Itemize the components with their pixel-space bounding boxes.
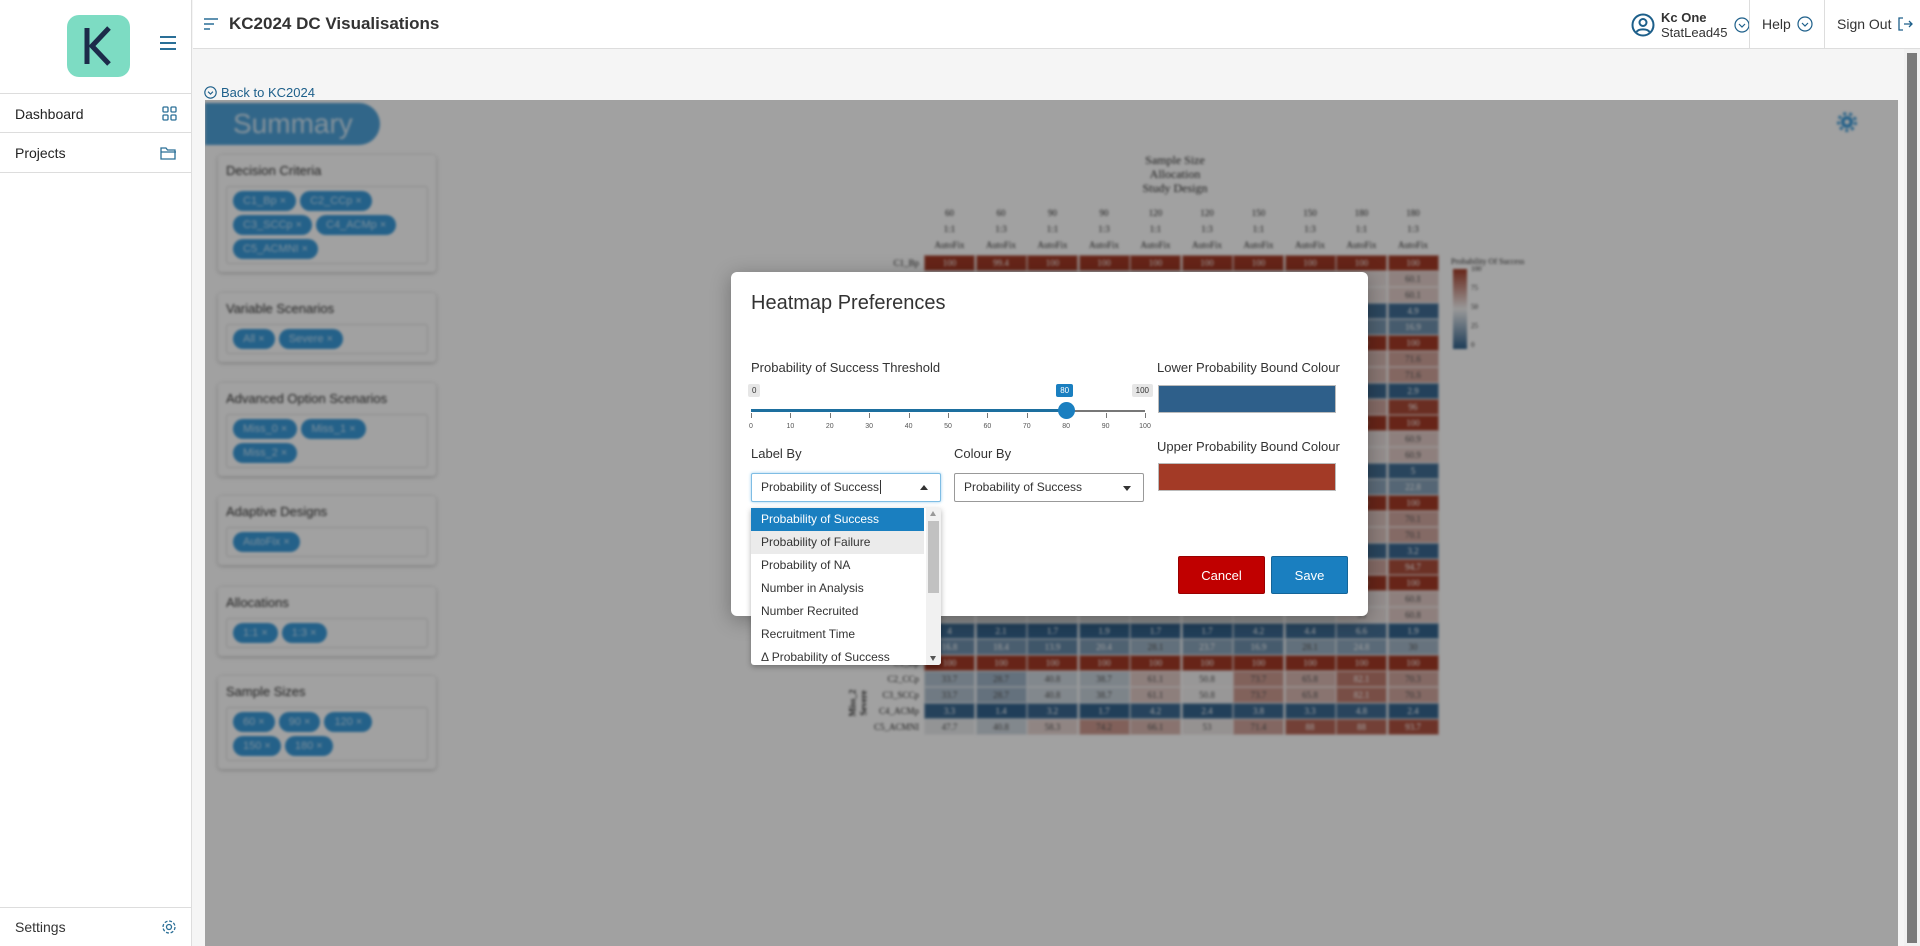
slider-tick [790,413,792,418]
logo [67,15,130,77]
sidebar-item-label: Dashboard [15,105,84,122]
dropdown-option[interactable]: Probability of Success [751,508,924,531]
slider-tick-label: 90 [1101,423,1110,430]
threshold-slider[interactable]: 0 100 80 0 10 20 30 40 50 60 70 80 90 100 [748,384,1153,430]
sidebar-item-dashboard[interactable]: Dashboard [0,93,192,133]
sidebar-item-label: Projects [15,144,66,161]
threshold-label: Probability of Success Threshold [751,360,941,375]
app-title: KC2024 DC Visualisations [229,14,440,33]
gear-icon [162,920,176,934]
user-role: StatLead45 [1661,25,1728,40]
slider-tick-label: 20 [825,423,834,430]
slider-tick-label: 10 [786,423,795,430]
settings-label: Settings [15,919,66,935]
slider-tick-label: 30 [865,423,874,430]
slider-tick [1105,413,1107,418]
label-by-value: Probability of Success [761,480,880,494]
dropdown-option[interactable]: Δ Probability of Success [751,646,924,665]
caret-up-icon [920,485,928,490]
scroll-down-icon[interactable] [930,656,936,661]
sidebar-item-settings[interactable]: Settings [0,907,192,946]
slider-tick-label: 80 [1062,423,1071,430]
dropdown-option[interactable]: Probability of Failure [751,531,924,554]
slider-tick-label: 70 [1022,423,1031,430]
lower-colour-label: Lower Probability Bound Colour [1157,360,1340,375]
slider-tick [869,413,871,418]
colour-by-label: Colour By [954,446,1012,461]
sign-out-label: Sign Out [1837,16,1892,32]
lower-colour-swatch[interactable] [1158,385,1336,413]
slider-value-label: 80 [1056,384,1074,397]
user-name: Kc One [1661,10,1707,25]
help-button[interactable]: Help [1762,16,1813,32]
upper-colour-label: Upper Probability Bound Colour [1157,439,1340,454]
slider-tick-label: 50 [944,423,952,430]
page-scrollbar[interactable] [1904,49,1920,946]
sign-out-icon [1898,17,1914,31]
slider-tick [987,413,989,418]
colour-by-select[interactable]: Probability of Success [954,473,1144,502]
cancel-button[interactable]: Cancel [1178,556,1265,594]
label-by-select[interactable]: Probability of Success [751,473,941,502]
slider-tick [908,413,910,418]
slider-max-label: 100 [1131,384,1153,397]
chevron-down-icon[interactable] [1733,17,1750,33]
dropdown-option[interactable]: Number Recruited [751,600,924,623]
dropdown-option[interactable]: Recruitment Time [751,623,924,646]
user-avatar-icon [1631,13,1655,37]
label-by-dropdown: Probability of Success Probability of Fai… [751,508,941,665]
label-by-label: Label By [751,446,802,461]
chevron-circle-icon [204,86,217,99]
slider-fill [751,409,1067,412]
dropdown-scrollbar[interactable] [926,508,941,665]
menu-lines-icon[interactable] [203,18,219,30]
top-header: KC2024 DC Visualisations Kc One StatLead4… [193,0,1920,49]
slider-tick-label: 40 [904,423,913,430]
slider-tick [1145,413,1146,418]
slider-tick-label: 60 [983,423,992,430]
heatmap-preferences-modal: Heatmap Preferences Probability of Succe… [731,272,1368,665]
modal-title: Heatmap Preferences [751,292,946,314]
upper-colour-swatch[interactable] [1158,463,1336,491]
slider-tick [829,413,831,418]
slider-tick [948,413,949,418]
slider-tick-label: 0 [749,423,753,430]
scroll-thumb[interactable] [928,521,939,593]
slider-tick [1026,413,1028,418]
slider-handle[interactable] [1058,402,1076,419]
caret-down-icon [1123,486,1131,491]
back-link-label: Back to KC2024 [221,85,315,100]
sidebar-item-projects[interactable]: Projects [0,132,192,173]
colour-by-value: Probability of Success [964,480,1083,494]
sidebar: Dashboard Projects Settings [0,0,192,946]
slider-tick [751,413,752,418]
hamburger-menu-icon[interactable] [160,36,176,50]
help-label: Help [1762,16,1791,32]
user-menu[interactable]: Kc One StatLead45 [1631,10,1750,40]
slider-min-label: 0 [748,384,761,397]
scroll-up-icon[interactable] [930,511,936,516]
slider-tick-label: 100 [1139,423,1151,430]
chevron-down-icon [1797,16,1813,32]
back-link[interactable]: Back to KC2024 [204,85,315,100]
dropdown-option[interactable]: Number in Analysis [751,577,924,600]
folder-icon [160,146,176,160]
sign-out-button[interactable]: Sign Out [1837,16,1914,32]
dropdown-option[interactable]: Probability of NA [751,554,924,577]
grid-icon [162,106,177,121]
save-button[interactable]: Save [1271,556,1348,594]
